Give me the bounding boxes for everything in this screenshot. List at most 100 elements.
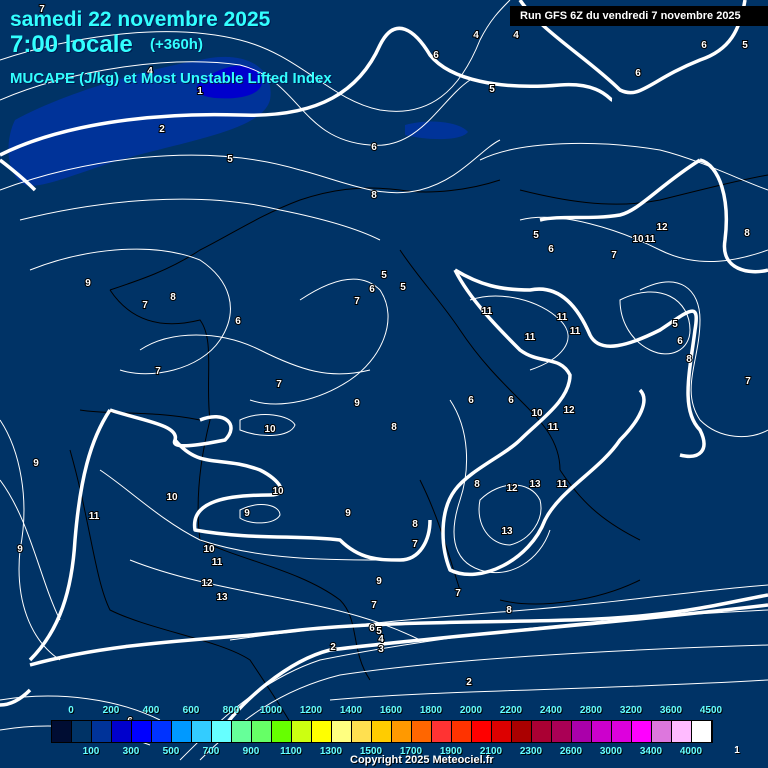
- contour-label: 12: [656, 222, 668, 233]
- color-scale-label: 500: [162, 746, 180, 757]
- forecast-lead-time: (+360h): [150, 36, 203, 53]
- color-swatch: [692, 721, 712, 742]
- contour-label: 8: [371, 190, 377, 201]
- contour-label: 10: [632, 234, 644, 245]
- color-scale-label: 3200: [619, 705, 643, 716]
- mucape-map: 7412564 46 565681285610 1179785567611111111…: [0, 0, 768, 768]
- contour-label: 6: [701, 40, 707, 51]
- color-swatch: [312, 721, 332, 742]
- contour-label: 3: [378, 644, 384, 655]
- color-scale-label: 1600: [379, 705, 403, 716]
- contour-label: 4: [513, 30, 519, 41]
- contour-label: 11: [482, 306, 493, 317]
- color-swatch: [272, 721, 292, 742]
- contour-label: 11: [525, 332, 536, 343]
- color-swatch: [512, 721, 532, 742]
- contour-label: 6: [235, 316, 241, 327]
- contour-label: 8: [474, 479, 480, 490]
- contour-label: 5: [533, 230, 539, 241]
- contour-label: 7: [371, 600, 377, 611]
- color-scale-label: 2800: [579, 705, 603, 716]
- color-swatch: [172, 721, 192, 742]
- contour-label: 11: [89, 511, 100, 522]
- contour-label: 8: [744, 228, 750, 239]
- color-scale-label: 3000: [599, 746, 623, 757]
- contour-label: 12: [201, 578, 213, 589]
- color-scale-label: 0: [68, 705, 74, 716]
- contour-label: 11: [557, 312, 568, 323]
- color-swatch: [492, 721, 512, 742]
- contour-label: 6: [433, 50, 439, 61]
- color-swatch: [252, 721, 272, 742]
- color-swatch: [112, 721, 132, 742]
- contour-label: 7: [354, 296, 360, 307]
- color-scale-label: 4000: [679, 746, 703, 757]
- color-scale-label: 1000: [259, 705, 283, 716]
- contour-label: 6: [548, 244, 554, 255]
- color-swatch: [52, 721, 72, 742]
- color-swatch: [332, 721, 352, 742]
- forecast-time: 7:00 locale: [10, 31, 133, 58]
- color-swatch: [472, 721, 492, 742]
- contour-label: 9: [33, 458, 39, 469]
- contour-label: 11: [645, 234, 656, 245]
- contour-label: 12: [506, 483, 518, 494]
- color-scale-label: 100: [82, 746, 100, 757]
- color-scale-label: 1100: [280, 746, 302, 757]
- contour-label: 7: [155, 366, 161, 377]
- contour-label: 7: [611, 250, 617, 261]
- contour-label: 5: [742, 40, 748, 51]
- color-swatch: [372, 721, 392, 742]
- color-swatch: [152, 721, 172, 742]
- contour-label: 5: [381, 270, 387, 281]
- contour-label: 11: [212, 557, 223, 568]
- color-scale-label: 2600: [559, 746, 583, 757]
- color-scale-label: 300: [122, 746, 140, 757]
- color-scale-label: 2200: [499, 705, 523, 716]
- color-swatch: [592, 721, 612, 742]
- color-swatch: [612, 721, 632, 742]
- contour-label: 8: [170, 292, 176, 303]
- color-scale-bar: [51, 720, 713, 743]
- color-scale-label: 1200: [299, 705, 323, 716]
- contour-label: 8: [506, 605, 512, 616]
- contour-label: 6: [468, 395, 474, 406]
- contour-label: 11: [548, 422, 559, 433]
- weather-map-view: 7 4 1 2 5 6 4 4 6 5 6 5 6 8 12 8 5 6 10 11 7 9 7 8 5 5 6 7 6 11 11 11 11…: [0, 0, 768, 768]
- contour-label: 5: [672, 319, 678, 330]
- color-swatch: [92, 721, 112, 742]
- color-scale-label: 2300: [519, 746, 543, 757]
- contour-label: 10: [203, 544, 215, 555]
- contour-label: 8: [686, 354, 692, 365]
- contour-label: 13: [501, 526, 513, 537]
- contour-label: 6: [369, 284, 375, 295]
- contour-label: 4: [473, 30, 479, 41]
- color-scale-label: 1300: [319, 746, 343, 757]
- color-swatch: [352, 721, 372, 742]
- color-swatch: [452, 721, 472, 742]
- color-swatch: [72, 721, 92, 742]
- contour-label: 6: [635, 68, 641, 79]
- contour-label: 9: [17, 544, 23, 555]
- color-scale-label: 3400: [639, 746, 663, 757]
- contour-label: 7: [745, 376, 751, 387]
- color-scale-label: 2000: [459, 705, 483, 716]
- contour-label: 6: [369, 623, 375, 634]
- color-swatch: [432, 721, 452, 742]
- contour-label: 13: [529, 479, 541, 490]
- contour-label: 5: [489, 84, 495, 95]
- color-swatch: [212, 721, 232, 742]
- contour-label: 2: [330, 642, 336, 653]
- contour-label: 1: [197, 86, 203, 97]
- contour-label: 9: [345, 508, 351, 519]
- color-swatch: [292, 721, 312, 742]
- forecast-date: samedi 22 novembre 2025: [10, 8, 271, 31]
- color-scale-label: 1400: [339, 705, 363, 716]
- color-scale-label: 900: [242, 746, 260, 757]
- color-scale-label: 800: [222, 705, 240, 716]
- contour-label: 10: [264, 424, 276, 435]
- contour-label: 6: [677, 336, 683, 347]
- contour-label: 13: [216, 592, 228, 603]
- contour-label: 11: [570, 326, 581, 337]
- color-scale-extra-label: 1: [734, 745, 740, 756]
